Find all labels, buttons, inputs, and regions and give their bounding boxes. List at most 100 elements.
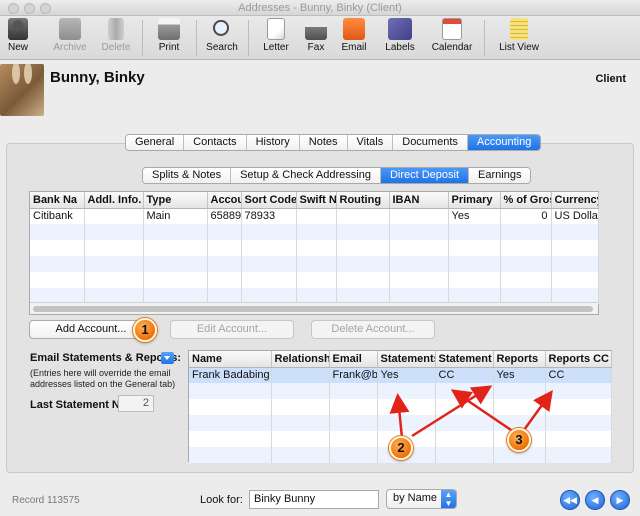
next-record-button[interactable]: ▶ [610, 490, 630, 510]
column-header[interactable]: Addl. Info. [84, 192, 144, 209]
tab-earnings[interactable]: Earnings [469, 168, 531, 183]
delete-account-button[interactable]: Delete Account... [311, 320, 435, 339]
table-row[interactable]: Frank Badabing Frank@bi Yes CC Yes CC [189, 367, 612, 383]
table-header-row: Name Relationshi Email Statements Statem… [189, 351, 612, 368]
column-header[interactable]: Bank Na [30, 192, 85, 209]
previous-icon: ◀ [591, 495, 599, 505]
table-cell: Yes [377, 367, 436, 383]
rewind-icon: ◀◀ [563, 495, 577, 505]
column-header[interactable]: Relationshi [271, 351, 330, 368]
search-button[interactable]: Search [198, 18, 246, 58]
last-statement-field[interactable]: 2 [118, 395, 154, 412]
table-cell: Citibank [30, 208, 85, 224]
table-cell: CC [435, 367, 494, 383]
tab-setup-check-addressing[interactable]: Setup & Check Addressing [231, 168, 381, 183]
table-row-empty [30, 240, 599, 256]
fax-icon [305, 18, 327, 40]
window-title: Addresses - Bunny, Binky (Client) [238, 2, 402, 14]
archive-button[interactable]: Archive [46, 18, 94, 58]
look-for-label: Look for: [200, 494, 243, 506]
calendar-button[interactable]: Calendar [428, 18, 476, 58]
column-header[interactable]: Statement C [435, 351, 494, 368]
print-button[interactable]: Print [145, 18, 193, 58]
accounts-table[interactable]: Bank Na Addl. Info. Type Accour Sort Cod… [29, 191, 599, 315]
avatar [0, 64, 44, 116]
delete-button[interactable]: Delete [92, 18, 140, 58]
table-header-row: Bank Na Addl. Info. Type Accour Sort Cod… [30, 192, 599, 209]
column-header[interactable]: Swift N [296, 192, 337, 209]
toolbar-separator [142, 20, 143, 56]
tab-contacts[interactable]: Contacts [184, 135, 247, 150]
zoom-window-button[interactable] [40, 3, 51, 14]
column-header[interactable]: Sort Code [241, 192, 297, 209]
tab-notes[interactable]: Notes [299, 135, 348, 150]
email-options-dropdown[interactable] [161, 352, 174, 364]
horizontal-scrollbar[interactable] [30, 302, 598, 314]
search-icon [212, 18, 232, 40]
minimize-window-button[interactable] [24, 3, 35, 14]
new-button[interactable]: New [0, 18, 42, 58]
tab-vitals[interactable]: Vitals [347, 135, 394, 150]
tab-splits-notes[interactable]: Splits & Notes [143, 168, 232, 183]
first-record-button[interactable]: ◀◀ [560, 490, 580, 510]
tab-direct-deposit[interactable]: Direct Deposit [380, 168, 470, 183]
table-cell [336, 208, 390, 224]
tab-accounting[interactable]: Accounting [467, 135, 541, 150]
table-cell [84, 208, 144, 224]
table-cell: Main [143, 208, 208, 224]
sort-by-select[interactable]: by Name ▲ ▼ [386, 489, 457, 509]
email-note-line1: (Entries here will override the email [30, 368, 171, 378]
labels-icon [388, 18, 412, 40]
toolbar-separator [248, 20, 249, 56]
footer-bar: Record 113575 Look for: Binky Bunny by N… [0, 480, 640, 516]
table-cell: Frank Badabing [189, 367, 272, 383]
column-header[interactable]: Routing [336, 192, 390, 209]
contact-type: Client [595, 73, 626, 85]
record-number: Record 113575 [12, 495, 80, 506]
table-row-empty [189, 383, 612, 399]
column-header[interactable]: Currency [551, 192, 599, 209]
toolbar-separator [484, 20, 485, 56]
tab-documents[interactable]: Documents [393, 135, 468, 150]
toolbar-separator [196, 20, 197, 56]
table-row[interactable]: Citibank Main 65889 78933 Yes 0 US Dolla… [30, 208, 599, 224]
column-header[interactable]: IBAN [389, 192, 449, 209]
list-view-icon [510, 18, 528, 40]
column-header[interactable]: Accour [207, 192, 242, 209]
window-title-bar: Addresses - Bunny, Binky (Client) [0, 0, 640, 16]
table-cell [296, 208, 337, 224]
calendar-icon [442, 18, 462, 40]
look-for-input[interactable]: Binky Bunny [249, 490, 379, 509]
column-header[interactable]: Reports [493, 351, 546, 368]
callout-2: 2 [389, 436, 413, 460]
sub-tabs: Splits & Notes Setup & Check Addressing … [142, 167, 532, 184]
list-view-button[interactable]: List View [495, 18, 543, 58]
table-row-empty [30, 256, 599, 272]
email-button[interactable]: Email [330, 18, 378, 58]
labels-button[interactable]: Labels [376, 18, 424, 58]
column-header[interactable]: % of Gros [500, 192, 552, 209]
table-row-empty [30, 272, 599, 288]
tab-history[interactable]: History [246, 135, 300, 150]
main-tabs: General Contacts History Notes Vitals Do… [125, 134, 542, 151]
column-header[interactable]: Name [189, 351, 272, 368]
edit-account-button[interactable]: Edit Account... [170, 320, 294, 339]
email-note-line2: addresses listed on the General tab) [30, 379, 176, 389]
close-window-button[interactable] [8, 3, 19, 14]
scrollbar-thumb[interactable] [33, 306, 593, 312]
contact-header: Bunny, Binky Client [0, 61, 640, 119]
table-cell: 65889 [207, 208, 242, 224]
column-header[interactable]: Primary [448, 192, 501, 209]
column-header[interactable]: Type [143, 192, 208, 209]
table-cell: Frank@bi [329, 367, 378, 383]
previous-record-button[interactable]: ◀ [585, 490, 605, 510]
tab-general[interactable]: General [126, 135, 185, 150]
column-header[interactable]: Statements [377, 351, 436, 368]
letter-icon [267, 18, 285, 40]
column-header[interactable]: Email [329, 351, 378, 368]
column-header[interactable]: Reports CC [545, 351, 612, 368]
sort-by-value: by Name [393, 492, 438, 504]
table-cell [389, 208, 449, 224]
select-arrows-icon: ▲ ▼ [441, 490, 456, 508]
table-row-empty [30, 224, 599, 240]
